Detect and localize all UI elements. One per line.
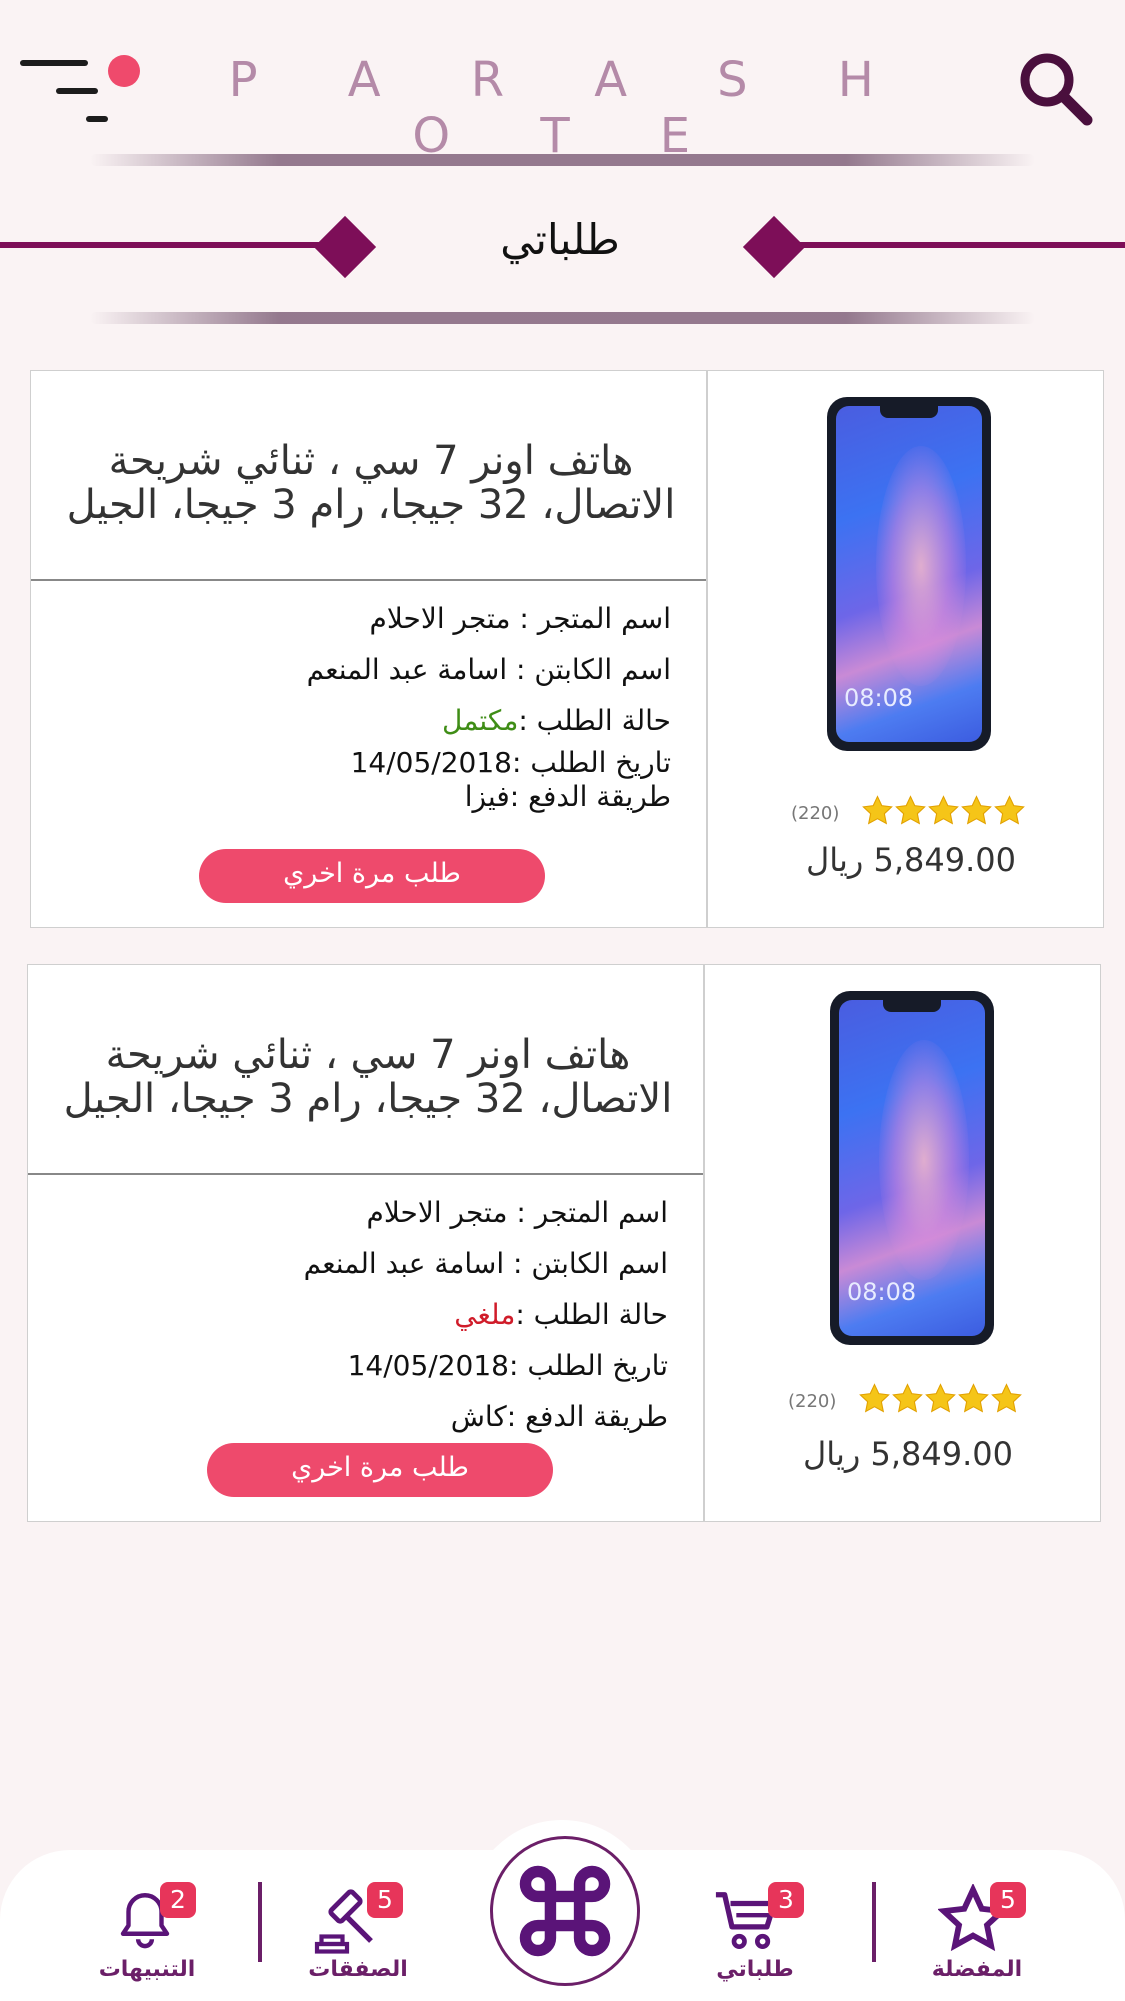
store-row: اسم المتجر : متجر الاحلام bbox=[369, 602, 671, 635]
store-name: متجر الاحلام bbox=[369, 602, 511, 635]
payment-row: طريقة الدفع :كاش bbox=[450, 1400, 668, 1433]
phone-clock: 08:08 bbox=[847, 1278, 917, 1306]
payment-method: فيزا bbox=[464, 780, 510, 813]
rating-stars bbox=[858, 1379, 1023, 1423]
nav-label: الصفقات bbox=[308, 1957, 408, 1982]
product-title[interactable]: هاتف اونر 7 سي ، ثنائي شريحة الاتصال، 32… bbox=[58, 1033, 678, 1121]
payment-row: طريقة الدفع :فيزا bbox=[464, 780, 671, 813]
star-icon bbox=[859, 1383, 890, 1413]
nav-favorites[interactable]: 5 المفضلة bbox=[912, 1880, 1042, 1990]
star-icon bbox=[925, 1383, 956, 1413]
product-image[interactable]: 08:08 bbox=[830, 991, 994, 1345]
home-command-button[interactable] bbox=[490, 1836, 640, 1986]
product-rating: (220) bbox=[791, 791, 1071, 835]
product-price: 5,849.00 ريال bbox=[802, 1435, 1014, 1473]
star-icon bbox=[958, 1383, 989, 1413]
captain-name: اسامة عبد المنعم bbox=[303, 1247, 505, 1280]
section-header: طلباتي bbox=[0, 205, 1125, 285]
rating-count: (220) bbox=[791, 803, 840, 824]
brand-logo: P A R A S H O T E bbox=[228, 52, 912, 164]
nav-separator bbox=[872, 1882, 876, 1962]
rating-count: (220) bbox=[788, 1391, 837, 1412]
notifications-badge: 2 bbox=[160, 1882, 196, 1918]
order-date: 14/05/2018 bbox=[347, 1349, 509, 1382]
order-details: اسم المتجر : متجر الاحلام اسم الكابتن : … bbox=[61, 593, 671, 814]
title-diamond-left bbox=[313, 215, 377, 279]
star-icon bbox=[961, 795, 992, 825]
deals-badge: 5 bbox=[367, 1882, 403, 1918]
star-icon bbox=[895, 795, 926, 825]
card-divider bbox=[31, 579, 706, 581]
store-name: متجر الاحلام bbox=[366, 1196, 508, 1229]
date-row: تاريخ الطلب :14/05/2018 bbox=[350, 746, 671, 779]
product-title[interactable]: هاتف اونر 7 سي ، ثنائي شريحة الاتصال، 32… bbox=[61, 439, 681, 527]
card-divider bbox=[703, 965, 705, 1521]
nav-label: طلباتي bbox=[716, 1957, 794, 1982]
star-icon bbox=[892, 1383, 923, 1413]
order-card: هاتف اونر 7 سي ، ثنائي شريحة الاتصال، 32… bbox=[30, 370, 1104, 928]
order-details: اسم المتجر : متجر الاحلام اسم الكابتن : … bbox=[58, 1187, 668, 1442]
captain-name: اسامة عبد المنعم bbox=[306, 653, 508, 686]
notification-dot bbox=[108, 55, 140, 87]
title-line-left bbox=[0, 242, 335, 248]
rating-stars bbox=[861, 791, 1026, 835]
title-line-right bbox=[790, 242, 1125, 248]
phone-clock: 08:08 bbox=[844, 684, 914, 712]
status-value: مكتمل bbox=[442, 704, 519, 737]
star-icon bbox=[862, 795, 893, 825]
app-header: P A R A S H O T E bbox=[0, 0, 1125, 164]
captain-row: اسم الكابتن : اسامة عبد المنعم bbox=[306, 653, 671, 686]
product-rating: (220) bbox=[788, 1379, 1068, 1423]
section-divider bbox=[90, 312, 1035, 324]
star-icon bbox=[928, 795, 959, 825]
page-title: طلباتي bbox=[500, 215, 620, 264]
order-card: هاتف اونر 7 سي ، ثنائي شريحة الاتصال، 32… bbox=[27, 964, 1101, 1522]
star-icon bbox=[994, 795, 1025, 825]
status-row: حالة الطلب :ملغي bbox=[454, 1298, 668, 1331]
product-price: 5,849.00 ريال bbox=[805, 841, 1017, 879]
nav-my-orders[interactable]: 3 طلباتي bbox=[690, 1880, 820, 1990]
nav-label: المفضلة bbox=[931, 1957, 1023, 1982]
order-date: 14/05/2018 bbox=[350, 746, 512, 779]
store-row: اسم المتجر : متجر الاحلام bbox=[366, 1196, 668, 1229]
payment-method: كاش bbox=[450, 1400, 507, 1433]
captain-row: اسم الكابتن : اسامة عبد المنعم bbox=[303, 1247, 668, 1280]
menu-icon[interactable] bbox=[20, 50, 140, 130]
product-image[interactable]: 08:08 bbox=[827, 397, 991, 751]
command-icon bbox=[519, 1865, 611, 1957]
reorder-button[interactable]: طلب مرة اخري bbox=[207, 1443, 553, 1497]
orders-badge: 3 bbox=[768, 1882, 804, 1918]
nav-notifications[interactable]: 2 التنبيهات bbox=[82, 1880, 212, 1990]
star-icon bbox=[991, 1383, 1022, 1413]
date-row: تاريخ الطلب :14/05/2018 bbox=[347, 1349, 668, 1382]
nav-label: التنبيهات bbox=[98, 1957, 196, 1982]
nav-separator bbox=[258, 1882, 262, 1962]
header-divider bbox=[90, 154, 1035, 166]
card-divider bbox=[706, 371, 708, 927]
status-row: حالة الطلب :مكتمل bbox=[442, 704, 671, 737]
card-divider bbox=[28, 1173, 703, 1175]
nav-deals[interactable]: 5 الصفقات bbox=[293, 1880, 423, 1990]
reorder-button[interactable]: طلب مرة اخري bbox=[199, 849, 545, 903]
favorites-badge: 5 bbox=[990, 1882, 1026, 1918]
status-value: ملغي bbox=[454, 1298, 516, 1331]
search-icon[interactable] bbox=[1015, 48, 1095, 128]
